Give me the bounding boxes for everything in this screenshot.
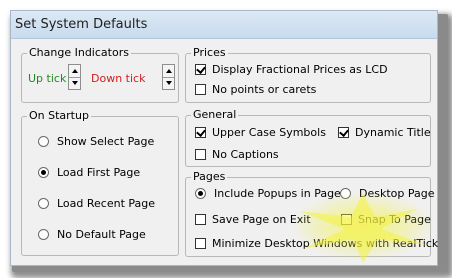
startup-option-show-select-page[interactable]: Show Select Page — [38, 135, 154, 148]
radio-button[interactable] — [340, 188, 351, 199]
no-captions-option[interactable]: No Captions — [195, 148, 279, 161]
startup-option-load-first-page[interactable]: Load First Page — [38, 166, 140, 179]
radio-button[interactable] — [195, 188, 206, 199]
pages-group: Pages Include Popups in Pages Desktop Pa… — [185, 170, 438, 257]
general-legend: General — [191, 108, 239, 122]
pages-legend: Pages — [191, 170, 228, 184]
option-label: Display Fractional Prices as LCD — [212, 63, 388, 76]
startup-option-label: Show Select Page — [57, 135, 155, 148]
checkbox[interactable] — [341, 214, 352, 225]
radio-button[interactable] — [38, 136, 49, 147]
checkbox[interactable] — [195, 64, 206, 75]
display-fractional-prices-option[interactable]: Display Fractional Prices as LCD — [195, 63, 388, 76]
title-bar: Set System Defaults — [11, 11, 437, 39]
option-label: Minimize Desktop Windows with RealTick — [212, 237, 439, 250]
startup-option-label: No Default Page — [57, 228, 146, 241]
checkbox[interactable] — [195, 127, 206, 138]
change-indicators-legend: Change Indicators — [27, 46, 131, 60]
no-points-or-carets-option[interactable]: No points or carets — [195, 83, 316, 96]
upper-case-symbols-option[interactable]: Upper Case Symbols — [195, 126, 326, 139]
window-title: Set System Defaults — [15, 17, 148, 32]
option-label: Dynamic Title — [355, 126, 431, 139]
change-indicators-group: Change Indicators Up tick Down tick — [21, 46, 179, 103]
spin-down-arrow-icon[interactable] — [163, 77, 174, 89]
startup-option-label: Load First Page — [57, 166, 141, 179]
radio-button[interactable] — [38, 229, 49, 240]
option-label: No Captions — [212, 148, 279, 161]
spin-down-arrow-icon[interactable] — [69, 77, 80, 89]
dynamic-title-option[interactable]: Dynamic Title — [338, 126, 431, 139]
startup-option-no-default-page[interactable]: No Default Page — [38, 228, 146, 241]
option-label: Upper Case Symbols — [212, 126, 326, 139]
set-system-defaults-dialog: Set System Defaults Change Indicators Up… — [10, 10, 438, 266]
checkbox[interactable] — [338, 127, 349, 138]
up-tick-label: Up tick — [28, 72, 67, 85]
option-label: Desktop Page — [359, 187, 435, 200]
include-popups-option[interactable]: Include Popups in Pages — [195, 187, 347, 200]
down-tick-label: Down tick — [91, 72, 146, 85]
checkbox[interactable] — [195, 149, 206, 160]
save-page-on-exit-option[interactable]: Save Page on Exit — [195, 213, 311, 226]
option-label: Save Page on Exit — [212, 213, 311, 226]
up-tick-spinner[interactable] — [68, 64, 81, 90]
on-startup-legend: On Startup — [27, 109, 91, 123]
option-label: Include Popups in Pages — [214, 187, 347, 200]
snap-to-page-option[interactable]: Snap To Page — [341, 213, 431, 226]
option-label: No points or carets — [212, 83, 317, 96]
on-startup-group: On Startup Show Select Page Load First P… — [21, 109, 179, 256]
option-label: Snap To Page — [358, 213, 431, 226]
startup-option-load-recent-page[interactable]: Load Recent Page — [38, 197, 155, 210]
down-tick-spinner[interactable] — [162, 64, 175, 90]
radio-button[interactable] — [38, 167, 49, 178]
prices-legend: Prices — [191, 46, 228, 60]
checkbox[interactable] — [195, 84, 206, 95]
checkbox[interactable] — [195, 214, 206, 225]
startup-option-label: Load Recent Page — [57, 197, 156, 210]
prices-group: Prices Display Fractional Prices as LCD … — [185, 46, 431, 103]
desktop-page-option[interactable]: Desktop Page — [340, 187, 435, 200]
minimize-desktop-windows-option[interactable]: Minimize Desktop Windows with RealTick — [195, 237, 438, 250]
general-group: General Upper Case Symbols Dynamic Title… — [185, 108, 431, 167]
radio-button[interactable] — [38, 198, 49, 209]
checkbox[interactable] — [195, 238, 206, 249]
